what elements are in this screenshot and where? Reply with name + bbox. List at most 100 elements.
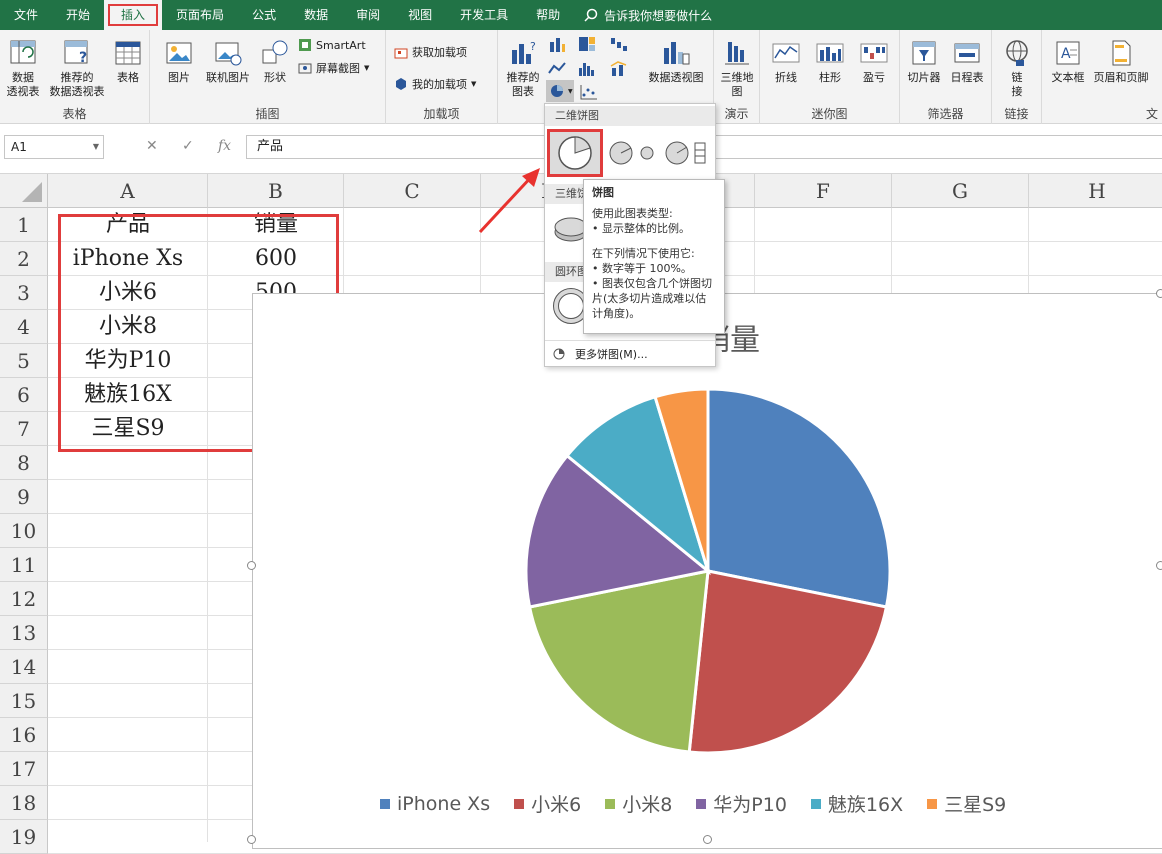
timeline-label: 日程表 (950, 71, 984, 84)
chevron-down-icon: ▼ (364, 64, 370, 72)
row-header[interactable]: 16 (0, 718, 48, 752)
combo-chart-button[interactable] (610, 60, 628, 76)
row-header[interactable]: 3 (0, 276, 48, 310)
legend-item[interactable]: 华为P10 (696, 790, 787, 817)
legend-item[interactable]: 小米6 (514, 790, 581, 817)
pivotchart-button[interactable]: 数据透视图 (644, 38, 708, 85)
column-header[interactable]: G (892, 174, 1029, 208)
my-addins-button[interactable]: 我的加载项 ▼ (394, 76, 476, 92)
tab-data[interactable]: 数据 (290, 0, 342, 30)
slicer-label: 切片器 (907, 71, 941, 84)
row-header[interactable]: 18 (0, 786, 48, 820)
resize-handle[interactable] (247, 561, 256, 570)
row-header[interactable]: 11 (0, 548, 48, 582)
pie-slice[interactable] (706, 387, 892, 609)
select-all-corner[interactable] (0, 174, 48, 208)
scatter-chart-button[interactable] (580, 84, 598, 100)
pivot-table-button[interactable]: 数据 透视表 (2, 38, 44, 99)
row-header[interactable]: 7 (0, 412, 48, 446)
timeline-button[interactable]: 日程表 (946, 38, 988, 85)
confirm-icon[interactable]: ✓ (182, 138, 194, 154)
pivot-table-label: 数据 透视表 (6, 71, 40, 98)
row-header[interactable]: 19 (0, 820, 48, 854)
tab-help[interactable]: 帮助 (522, 0, 574, 30)
column-header[interactable]: F (755, 174, 892, 208)
shapes-button[interactable]: 形状 (258, 38, 292, 85)
insert-function-icon[interactable]: fx (218, 138, 231, 154)
row-header[interactable]: 17 (0, 752, 48, 786)
online-picture-button[interactable]: 联机图片 (202, 38, 254, 85)
stat-chart-button[interactable] (578, 60, 596, 76)
row-header[interactable]: 2 (0, 242, 48, 276)
row-header[interactable]: 6 (0, 378, 48, 412)
row-header[interactable]: 5 (0, 344, 48, 378)
column-header[interactable]: H (1029, 174, 1162, 208)
slicer-button[interactable]: 切片器 (904, 38, 944, 85)
globe-map-icon (725, 42, 749, 65)
line-chart-button[interactable] (548, 60, 566, 76)
sparkline-winloss-icon (860, 43, 888, 63)
legend-item[interactable]: 小米8 (605, 790, 672, 817)
sparkline-winloss-button[interactable]: 盈亏 (854, 38, 894, 85)
tab-developer[interactable]: 开发工具 (446, 0, 522, 30)
row-header[interactable]: 13 (0, 616, 48, 650)
legend-label: 魅族16X (827, 794, 904, 816)
header-footer-button[interactable]: 页眉和页脚 (1090, 38, 1152, 85)
recommended-charts-button[interactable]: ? 推荐的 图表 (502, 38, 544, 99)
legend-item[interactable]: 魅族16X (810, 790, 904, 817)
pie-of-pie-option[interactable] (607, 134, 657, 175)
screenshot-label: 屏幕截图 (316, 62, 360, 75)
tell-me-search[interactable]: 告诉我你想要做什么 (574, 7, 712, 24)
row-header[interactable]: 8 (0, 446, 48, 480)
hierarchy-chart-button[interactable] (578, 36, 596, 52)
row-header[interactable]: 4 (0, 310, 48, 344)
pie-2d-option[interactable] (547, 129, 603, 177)
bar-of-pie-option[interactable] (661, 134, 711, 175)
my-addins-icon (396, 78, 406, 90)
tab-view[interactable]: 视图 (394, 0, 446, 30)
tab-formulas[interactable]: 公式 (238, 0, 290, 30)
tab-review[interactable]: 审阅 (342, 0, 394, 30)
legend-item[interactable]: 三星S9 (927, 790, 1006, 817)
legend-item[interactable]: iPhone Xs (380, 790, 490, 817)
screenshot-button[interactable]: 屏幕截图 ▼ (298, 60, 369, 76)
resize-handle[interactable] (703, 835, 712, 844)
column-chart-button[interactable] (548, 36, 566, 52)
cancel-icon[interactable]: ✕ (146, 138, 158, 154)
column-header[interactable]: B (208, 174, 344, 208)
more-pie-charts[interactable]: 更多饼图(M)... (553, 346, 648, 362)
tab-file[interactable]: 文件 (0, 0, 52, 30)
tab-insert[interactable]: 插入 (104, 0, 163, 30)
name-box[interactable]: A1 ▼ (4, 135, 104, 159)
ribbon-tab-bar: 文件 开始 插入 页面布局 公式 数据 审阅 视图 开发工具 帮助 告诉我你想要… (0, 0, 1162, 30)
row-header[interactable]: 12 (0, 582, 48, 616)
sparkline-column-button[interactable]: 柱形 (810, 38, 850, 85)
recommended-pivot-button[interactable]: ? 推荐的 数据透视表 (48, 38, 106, 99)
tab-home[interactable]: 开始 (52, 0, 104, 30)
waterfall-chart-button[interactable] (610, 36, 628, 52)
row-header[interactable]: 15 (0, 684, 48, 718)
tab-page-layout[interactable]: 页面布局 (162, 0, 238, 30)
row-header[interactable]: 14 (0, 650, 48, 684)
resize-handle[interactable] (1156, 561, 1162, 570)
link-button[interactable]: 链 接 (1000, 38, 1034, 99)
3d-map-button[interactable]: 三维地 图 (718, 38, 756, 99)
sparkline-line-button[interactable]: 折线 (766, 38, 806, 85)
get-addins-button[interactable]: 获取加载项 (394, 44, 467, 60)
chart-legend[interactable]: iPhone Xs 小米6 小米8 华为P10 魅族16X 三星S9 (380, 790, 1006, 817)
row-header[interactable]: 10 (0, 514, 48, 548)
resize-handle[interactable] (247, 835, 256, 844)
picture-button[interactable]: 图片 (162, 38, 196, 85)
smartart-button[interactable]: SmartArt (298, 38, 366, 52)
column-header[interactable]: A (48, 174, 208, 208)
row-header[interactable]: 1 (0, 208, 48, 242)
resize-handle[interactable] (1156, 289, 1162, 298)
row-header[interactable]: 9 (0, 480, 48, 514)
column-header[interactable]: C (344, 174, 481, 208)
recommended-pivot-icon: ? (64, 40, 88, 66)
table-button[interactable]: 表格 (110, 38, 146, 85)
svg-text:A: A (1061, 46, 1071, 62)
pie-chart-button[interactable]: ▼ (546, 80, 574, 102)
textbox-button[interactable]: A 文本框 (1048, 38, 1088, 85)
shapes-icon (262, 40, 288, 64)
